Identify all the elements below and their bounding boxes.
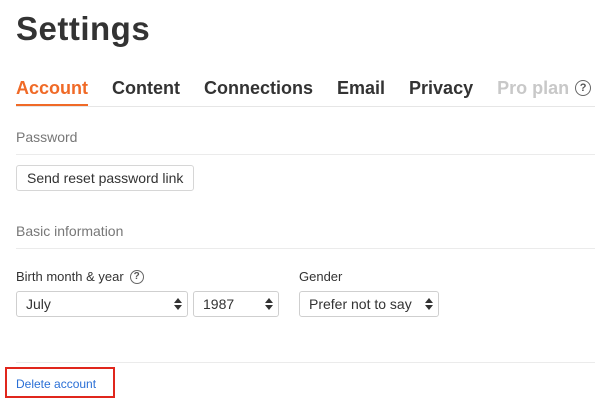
tab-pro-plan: Pro plan: [497, 78, 570, 98]
birth-month-year-label: Birth month & year: [16, 269, 124, 284]
tab-content[interactable]: Content: [112, 78, 180, 106]
delete-account-link[interactable]: Delete account: [16, 377, 96, 391]
basic-info-divider: [16, 248, 595, 249]
password-divider: [16, 154, 595, 155]
tab-email[interactable]: Email: [337, 78, 385, 106]
birth-month-value: July: [26, 296, 51, 312]
birth-help-icon[interactable]: ?: [129, 269, 144, 284]
tabs-divider: [16, 106, 595, 107]
password-section-heading: Password: [16, 129, 78, 145]
page-title: Settings: [16, 10, 151, 47]
gender-value: Prefer not to say: [309, 296, 412, 312]
tab-account[interactable]: Account: [16, 78, 88, 106]
birth-year-value: 1987: [203, 296, 235, 312]
pro-plan-help-icon[interactable]: ?: [575, 80, 592, 96]
tab-privacy[interactable]: Privacy: [409, 78, 473, 106]
settings-tabs: Account Content Connections Email Privac…: [16, 78, 595, 106]
birth-field-label-row: Birth month & year ?: [16, 269, 144, 284]
birth-year-select[interactable]: 1987: [193, 291, 279, 317]
select-arrows-icon: [425, 296, 433, 312]
send-reset-password-button[interactable]: Send reset password link: [16, 165, 195, 191]
birth-month-select[interactable]: July: [16, 291, 188, 317]
footer-divider: [16, 362, 595, 363]
basic-info-section-heading: Basic information: [16, 223, 124, 239]
gender-select[interactable]: Prefer not to say: [299, 291, 439, 317]
gender-label: Gender: [299, 269, 343, 284]
tab-connections[interactable]: Connections: [204, 78, 313, 106]
select-arrows-icon: [174, 296, 182, 312]
select-arrows-icon: [265, 296, 273, 312]
